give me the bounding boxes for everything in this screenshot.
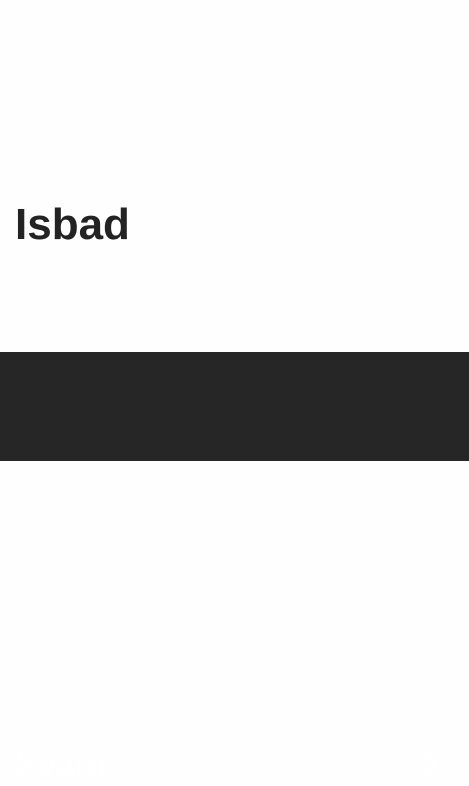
question-card: Isbad bbox=[0, 0, 469, 352]
card-title: Isbad bbox=[15, 200, 130, 249]
chevron-right-icon bbox=[421, 749, 438, 779]
answer-button[interactable]: Svara bbox=[0, 352, 469, 783]
answer-button-label: Svara bbox=[15, 744, 107, 783]
